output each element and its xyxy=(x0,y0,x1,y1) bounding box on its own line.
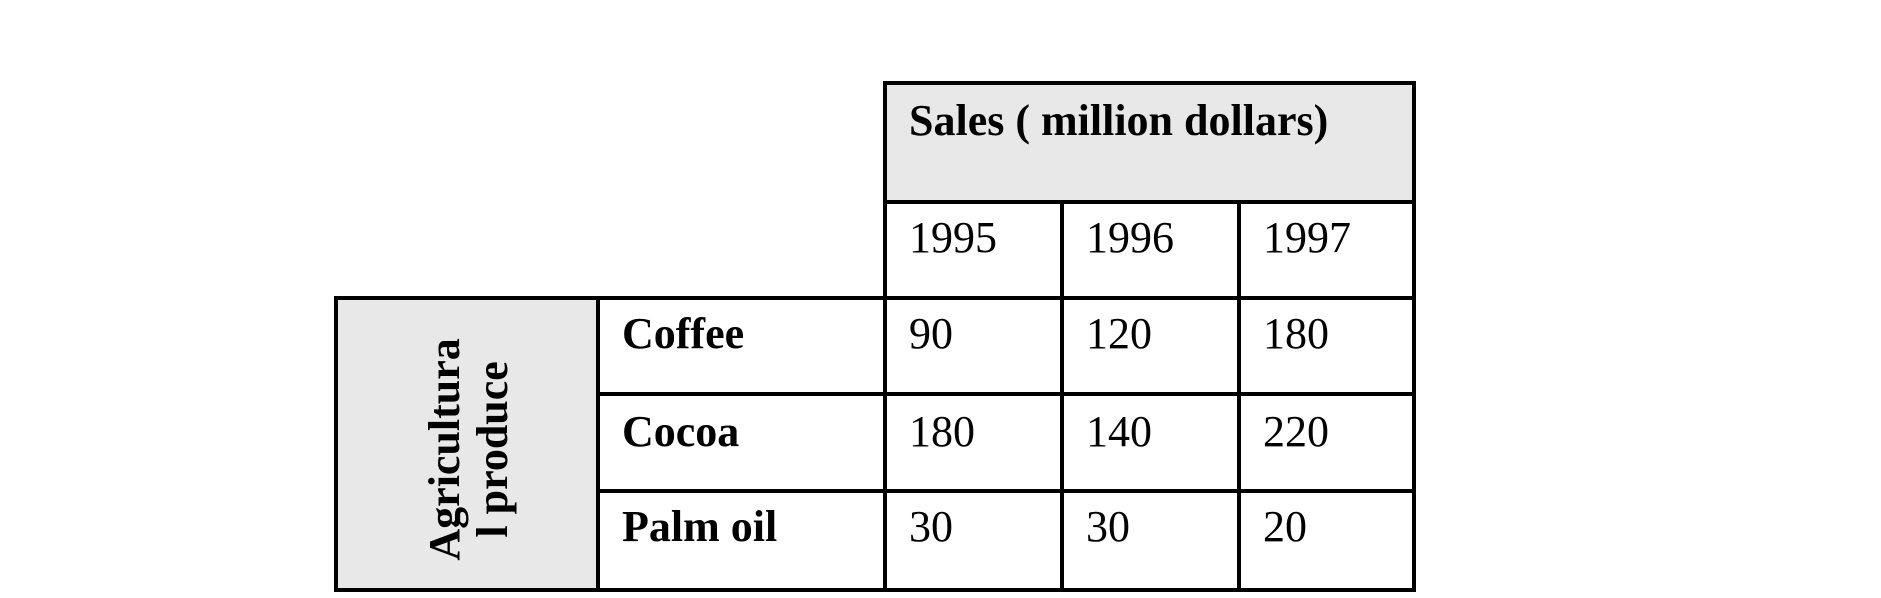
row-label: Palm oil xyxy=(622,502,778,551)
cell-cocoa-1997: 220 xyxy=(1237,392,1416,493)
year-header-1996: 1996 xyxy=(1060,200,1241,300)
row-group-label: Agricultura l produce xyxy=(419,337,518,561)
sales-header-cell: Sales ( million dollars) xyxy=(883,81,1416,204)
row-label: Coffee xyxy=(622,309,745,358)
row-group-label-line-1: Agricultura xyxy=(419,337,469,561)
data-value: 180 xyxy=(909,407,975,456)
year-label: 1997 xyxy=(1263,213,1351,262)
cell-cocoa-1995: 180 xyxy=(883,392,1064,493)
row-label-coffee: Coffee xyxy=(596,296,887,396)
data-value: 30 xyxy=(909,502,953,551)
cell-palm-oil-1995: 30 xyxy=(883,489,1064,592)
year-header-1997: 1997 xyxy=(1237,200,1416,300)
data-value: 220 xyxy=(1263,407,1329,456)
row-group-label-line-2: l produce xyxy=(468,360,517,538)
data-value: 120 xyxy=(1086,309,1152,358)
year-header-1995: 1995 xyxy=(883,200,1064,300)
table-title: Sales ( million dollars) xyxy=(909,96,1329,145)
cell-coffee-1997: 180 xyxy=(1237,296,1416,396)
cell-coffee-1995: 90 xyxy=(883,296,1064,396)
year-label: 1995 xyxy=(909,213,997,262)
row-label-cocoa: Cocoa xyxy=(596,392,887,493)
row-label: Cocoa xyxy=(622,407,740,456)
data-value: 30 xyxy=(1086,502,1130,551)
row-group-cell: Agricultura l produce xyxy=(334,296,600,592)
data-value: 140 xyxy=(1086,407,1152,456)
cell-palm-oil-1996: 30 xyxy=(1060,489,1241,592)
cell-palm-oil-1997: 20 xyxy=(1237,489,1416,592)
data-value: 90 xyxy=(909,309,953,358)
data-value: 180 xyxy=(1263,309,1329,358)
cell-coffee-1996: 120 xyxy=(1060,296,1241,396)
data-value: 20 xyxy=(1263,502,1307,551)
year-label: 1996 xyxy=(1086,213,1174,262)
row-label-palm-oil: Palm oil xyxy=(596,489,887,592)
cell-cocoa-1996: 140 xyxy=(1060,392,1241,493)
